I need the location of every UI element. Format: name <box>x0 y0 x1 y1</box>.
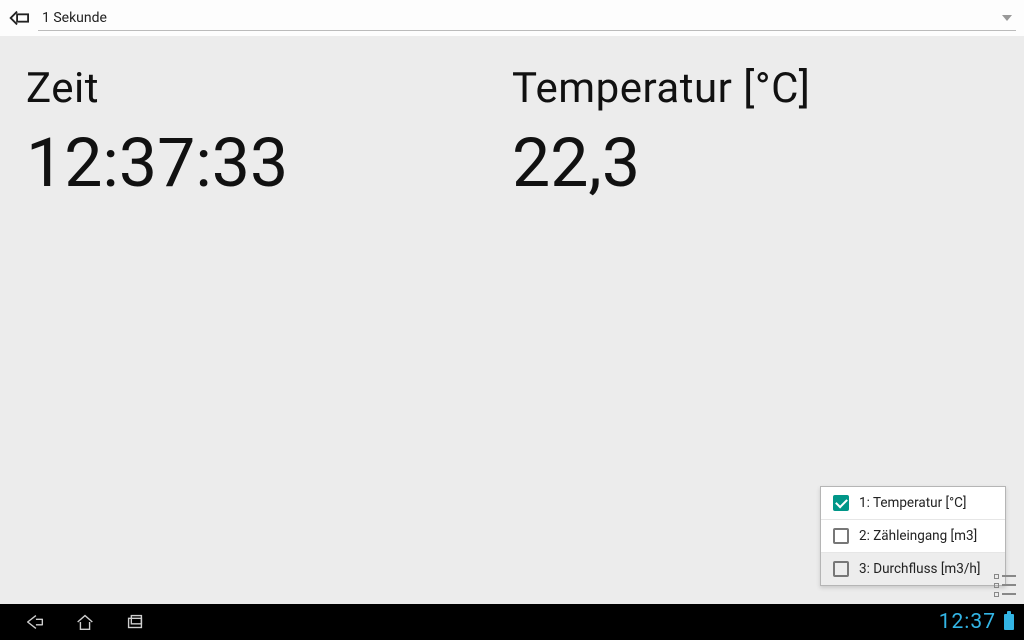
time-value: 12:37:33 <box>26 123 512 203</box>
system-nav-bar: 12:37 <box>0 604 1024 640</box>
channel-list-toggle[interactable] <box>992 572 1018 598</box>
channel-row-2[interactable]: 2: Zähleingang [m3] <box>821 519 1005 552</box>
back-button[interactable] <box>0 0 36 36</box>
nav-home-button[interactable] <box>60 604 110 640</box>
top-bar: 1 Sekunde <box>0 0 1024 36</box>
channel-label: 3: Durchfluss [m3/h] <box>859 561 980 577</box>
chevron-down-icon <box>1002 15 1012 21</box>
channel-row-3[interactable]: 3: Durchfluss [m3/h] <box>821 552 1005 585</box>
list-icon <box>994 583 1016 588</box>
time-label: Zeit <box>26 64 512 113</box>
temperature-value: 22,3 <box>512 123 998 203</box>
home-icon <box>74 611 96 633</box>
recent-apps-icon <box>124 611 146 633</box>
temperature-label: Temperatur [°C] <box>512 64 998 113</box>
channel-picker-panel: 1: Temperatur [°C] 2: Zähleingang [m3] 3… <box>820 486 1006 586</box>
back-arrow-icon <box>7 7 29 29</box>
refresh-interval-dropdown[interactable]: 1 Sekunde <box>38 5 1016 31</box>
nav-back-button[interactable] <box>10 604 60 640</box>
channel-row-1[interactable]: 1: Temperatur [°C] <box>821 487 1005 519</box>
status-clock: 12:37 <box>939 610 996 634</box>
battery-icon <box>1004 614 1014 630</box>
checkbox-icon[interactable] <box>833 495 849 511</box>
time-column: Zeit 12:37:33 <box>26 64 512 576</box>
refresh-interval-label: 1 Sekunde <box>42 10 107 26</box>
back-icon <box>24 611 46 633</box>
channel-label: 2: Zähleingang [m3] <box>859 528 977 544</box>
channel-label: 1: Temperatur [°C] <box>859 495 966 511</box>
list-icon <box>994 592 1016 597</box>
checkbox-icon[interactable] <box>833 528 849 544</box>
nav-recent-button[interactable] <box>110 604 160 640</box>
checkbox-icon[interactable] <box>833 561 849 577</box>
list-icon <box>994 574 1016 579</box>
